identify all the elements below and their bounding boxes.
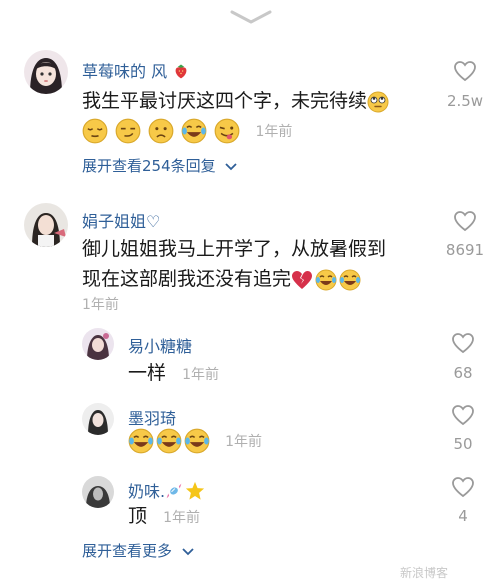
like-heart-icon[interactable] (451, 404, 475, 426)
relieved-emoji-icon (82, 118, 108, 144)
avatar[interactable] (82, 328, 114, 360)
reply-time: 1年前 (163, 510, 200, 526)
laugh-cry-emoji-icon (315, 269, 337, 290)
avatar[interactable] (24, 203, 68, 247)
author-name[interactable]: 娟子姐姐♡ (82, 208, 160, 232)
comment-text[interactable]: 我生平最讨厌这四个字，未完待续 (82, 86, 391, 116)
collapse-chevron-icon[interactable] (228, 8, 274, 26)
comment-time: 1年前 (255, 124, 293, 140)
comment-text-line2[interactable]: 现在这部剧我还没有追完 (82, 264, 363, 294)
eye-roll-emoji-icon (367, 91, 389, 112)
reply-emoji-row: 1年前 (128, 428, 262, 454)
chevron-down-icon (225, 162, 238, 170)
reply-text[interactable]: 顶 1年前 (128, 501, 200, 533)
laugh-cry-emoji-icon (156, 428, 182, 454)
like-count: 50 (453, 435, 473, 453)
author-name[interactable]: 墨羽琦 (128, 405, 176, 429)
comment-text[interactable]: 御儿姐姐我马上开学了，从放暑假到 (82, 234, 386, 264)
author-name[interactable]: 草莓味的 风 (82, 58, 192, 82)
watermark: 新浪博客 (399, 566, 448, 580)
avatar[interactable] (24, 50, 68, 94)
broken-heart-icon (292, 270, 313, 289)
avatar[interactable] (82, 403, 114, 435)
laugh-cry-emoji-icon (339, 269, 361, 290)
smirk-emoji-icon (115, 118, 141, 144)
like-count: 4 (458, 507, 468, 525)
chevron-down-icon (182, 547, 194, 555)
tongue-emoji-icon (214, 118, 240, 144)
laugh-cry-emoji-icon (128, 428, 154, 454)
like-heart-icon[interactable] (451, 476, 475, 498)
author-name[interactable]: 奶味. (128, 478, 207, 502)
like-heart-icon[interactable] (453, 210, 477, 232)
comment-time: 1年前 (82, 297, 119, 313)
laugh-cry-emoji-icon (184, 428, 210, 454)
like-count: 68 (453, 364, 473, 382)
expand-replies-link[interactable]: 展开查看254条回复 (82, 155, 238, 176)
reply-time: 1年前 (225, 434, 263, 450)
strawberry-icon (175, 64, 187, 79)
author-name[interactable]: 易小糖糖 (128, 333, 192, 357)
like-heart-icon[interactable] (453, 60, 477, 82)
like-count: 2.5w (446, 92, 484, 110)
avatar[interactable] (82, 476, 114, 508)
frown-emoji-icon (148, 118, 174, 144)
like-count: 8691 (445, 241, 485, 259)
laugh-cry-emoji-icon (181, 118, 207, 144)
emoji-row: 1年前 (82, 118, 292, 144)
candy-icon (166, 483, 182, 499)
star-icon (186, 481, 205, 500)
reply-text[interactable]: 一样 1年前 (128, 358, 219, 390)
expand-more-link[interactable]: 展开查看更多 (82, 540, 195, 561)
reply-time: 1年前 (182, 367, 219, 383)
like-heart-icon[interactable] (451, 332, 475, 354)
